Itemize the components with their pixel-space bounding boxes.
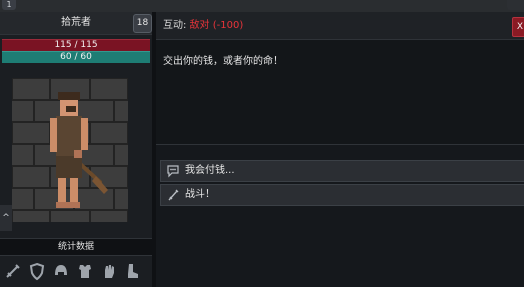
collapse-button[interactable]: ^ bbox=[0, 205, 12, 231]
helmet-icon[interactable] bbox=[51, 261, 71, 281]
equipment-slots bbox=[0, 258, 152, 287]
gauntlets-icon[interactable] bbox=[99, 261, 119, 281]
shield-icon[interactable] bbox=[27, 261, 47, 281]
name-bar: 拾荒者 18 bbox=[0, 12, 152, 35]
boots-icon[interactable] bbox=[123, 261, 143, 281]
dialog-text: 交出你的钱，或者你的命！ bbox=[163, 56, 283, 67]
speech-bubble-icon bbox=[167, 165, 179, 178]
mana-text: 60 / 60 bbox=[60, 52, 92, 62]
level-badge: 18 bbox=[133, 14, 152, 33]
armor-icon[interactable] bbox=[75, 261, 95, 281]
character-panel: 拾荒者 18 115 / 115 60 / 60 ^ 统计数据 bbox=[0, 12, 152, 287]
close-button[interactable]: X bbox=[512, 17, 524, 37]
option-pay[interactable]: 我会付钱... bbox=[160, 160, 524, 182]
top-right-chip bbox=[507, 0, 524, 10]
interaction-panel: 互动: 敌对 (-100) X 交出你的钱，或者你的命！ 我会付钱... 战斗！ bbox=[156, 12, 524, 287]
mana-bar: 60 / 60 bbox=[2, 51, 150, 63]
dialog-options: 我会付钱... 战斗！ bbox=[156, 158, 524, 287]
interaction-header: 互动: 敌对 (-100) X bbox=[156, 12, 524, 40]
character-portrait bbox=[12, 78, 128, 222]
sword-icon[interactable] bbox=[3, 261, 23, 281]
option-pay-text: 我会付钱... bbox=[185, 165, 235, 176]
dialog-box: 交出你的钱，或者你的命！ bbox=[156, 40, 524, 145]
interaction-title: 互动: 敌对 (-100) bbox=[163, 12, 243, 39]
option-fight[interactable]: 战斗！ bbox=[160, 184, 524, 206]
sword-icon bbox=[168, 189, 179, 201]
stats-header[interactable]: 统计数据 bbox=[0, 238, 152, 256]
health-text: 115 / 115 bbox=[54, 40, 98, 50]
option-fight-text: 战斗！ bbox=[185, 189, 215, 200]
scavenger-sprite bbox=[50, 92, 108, 208]
character-name: 拾荒者 bbox=[61, 17, 91, 28]
top-corner-badge: 1 bbox=[2, 0, 16, 10]
hostility-status: 敌对 (-100) bbox=[189, 20, 244, 31]
health-bar: 115 / 115 bbox=[2, 39, 150, 51]
top-strip: 1 bbox=[0, 0, 524, 12]
interaction-label: 互动: bbox=[163, 20, 190, 31]
